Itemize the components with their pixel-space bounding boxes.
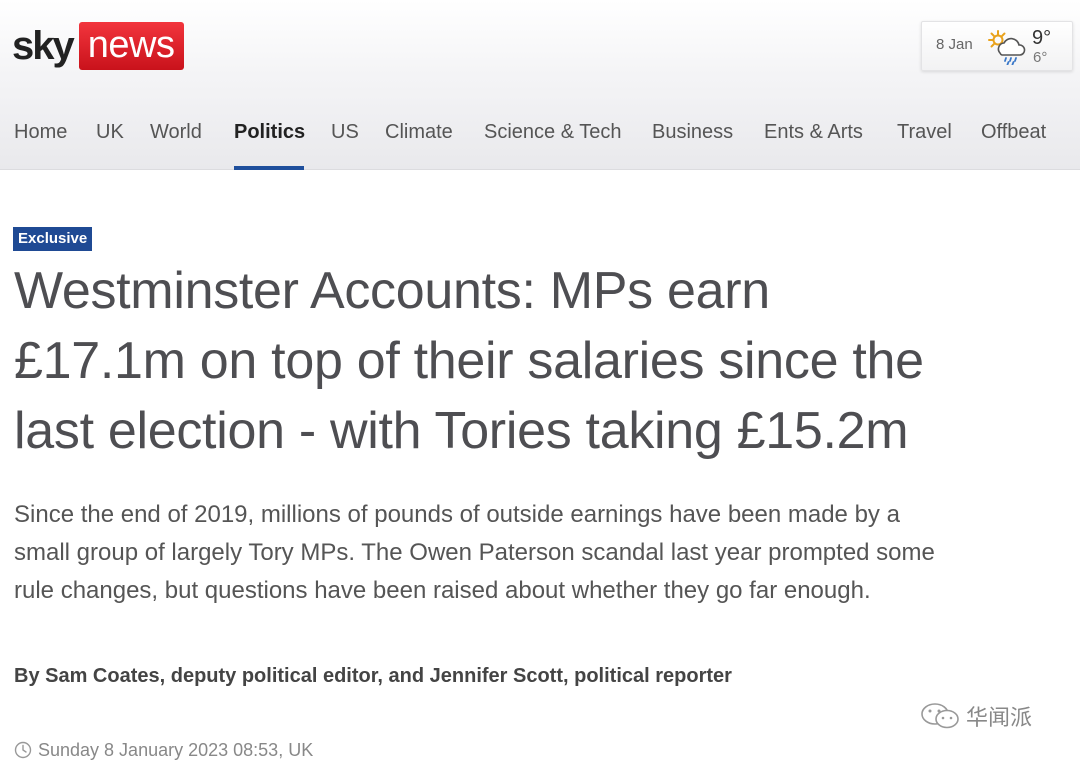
- published-timestamp: Sunday 8 January 2023 08:53, UK: [38, 740, 314, 760]
- weather-low-temp: 6°: [1033, 49, 1048, 66]
- article-headline: Westminster Accounts: MPs earn £17.1m on…: [14, 256, 1074, 466]
- nav-home[interactable]: Home: [14, 120, 67, 144]
- weather-high-temp: 9°: [1032, 27, 1052, 49]
- weather-date: 8 Jan: [936, 36, 973, 53]
- nav-politics[interactable]: Politics: [234, 120, 305, 144]
- standfirst-line: small group of largely Tory MPs. The Owe…: [14, 539, 935, 566]
- nav-uk[interactable]: UK: [96, 120, 124, 144]
- article-byline: By Sam Coates, deputy political editor, …: [14, 665, 732, 687]
- watermark: 华闻派: [918, 700, 1032, 732]
- standfirst-line: rule changes, but questions have been ra…: [14, 577, 871, 604]
- main-nav: Home UK World Politics US Climate Scienc…: [0, 112, 1080, 170]
- exclusive-badge: Exclusive: [13, 227, 93, 251]
- headline-line: Westminster Accounts: MPs earn: [14, 262, 770, 320]
- headline-line: last election - with Tories taking £15.2…: [14, 402, 909, 460]
- sun-cloud-rain-icon: [988, 30, 1026, 65]
- weather-widget[interactable]: 8 Jan 9° 6°: [921, 21, 1073, 71]
- sky-news-logo[interactable]: sky news: [12, 21, 185, 71]
- nav-active-indicator: [234, 166, 304, 170]
- nav-travel[interactable]: Travel: [897, 120, 952, 144]
- wechat-icon: [921, 703, 959, 729]
- article-dateline: Sunday 8 January 2023 08:53, UK: [14, 738, 313, 762]
- nav-offbeat[interactable]: Offbeat: [981, 120, 1046, 144]
- clock-icon: [14, 741, 32, 759]
- site-header: sky news 8 Jan 9° 6° Home UK World Polit…: [0, 0, 1080, 170]
- headline-line: £17.1m on top of their salaries since th…: [14, 332, 924, 390]
- standfirst-line: Since the end of 2019, millions of pound…: [14, 501, 900, 528]
- nav-world[interactable]: World: [150, 120, 202, 144]
- article-standfirst: Since the end of 2019, millions of pound…: [14, 496, 1074, 610]
- logo-news-text: news: [78, 22, 185, 70]
- nav-science-tech[interactable]: Science & Tech: [484, 120, 622, 144]
- nav-ents-arts[interactable]: Ents & Arts: [764, 120, 863, 144]
- nav-us[interactable]: US: [331, 120, 359, 144]
- watermark-text: 华闻派: [966, 705, 1033, 730]
- nav-climate[interactable]: Climate: [385, 120, 453, 144]
- logo-sky-text: sky: [12, 24, 75, 68]
- nav-business[interactable]: Business: [652, 120, 733, 144]
